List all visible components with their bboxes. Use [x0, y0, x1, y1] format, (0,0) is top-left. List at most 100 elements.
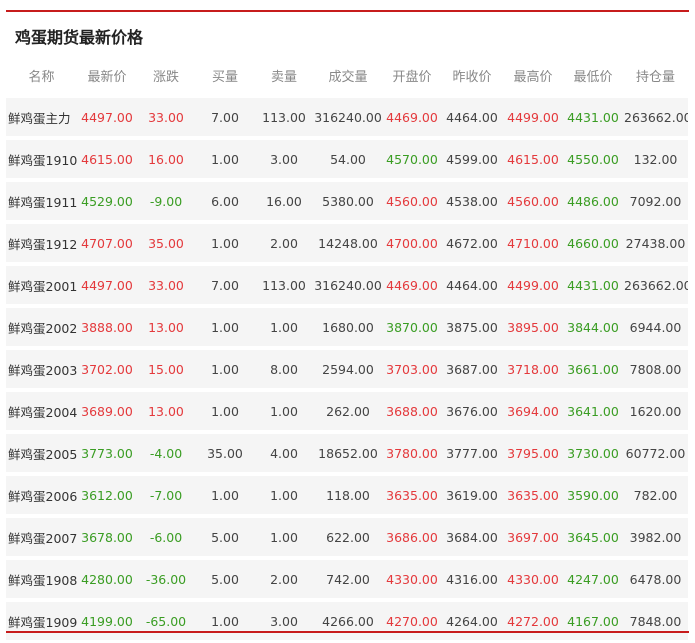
cell-bid: 1.00 — [195, 220, 255, 264]
table-row: 鲜鸡蛋2005 3773.00 -4.00 35.00 4.00 18652.00 3780… — [6, 430, 688, 474]
cell-name[interactable]: 鲜鸡蛋2002 — [6, 304, 77, 348]
table-row: 鲜鸡蛋2007 3678.00 -6.00 5.00 1.00 622.00 3686.00… — [6, 514, 688, 558]
cell-oi: 782.00 — [623, 472, 688, 516]
cell-prev: 3875.00 — [441, 304, 503, 348]
cell-name[interactable]: 鲜鸡蛋主力 — [6, 94, 77, 138]
cell-high: 4560.00 — [503, 178, 563, 222]
cell-high: 3697.00 — [503, 514, 563, 558]
cell-prev: 4538.00 — [441, 178, 503, 222]
cell-open: 4700.00 — [383, 220, 441, 264]
cell-name[interactable]: 鲜鸡蛋1909 — [6, 598, 77, 640]
cell-volume: 742.00 — [313, 556, 383, 600]
cell-prev: 4264.00 — [441, 598, 503, 640]
cell-prev: 3676.00 — [441, 388, 503, 432]
cell-bid: 1.00 — [195, 136, 255, 180]
cell-name[interactable]: 鲜鸡蛋1908 — [6, 556, 77, 600]
cell-high: 3694.00 — [503, 388, 563, 432]
cell-volume: 316240.00 — [313, 94, 383, 138]
cell-last: 3773.00 — [77, 430, 137, 474]
cell-low: 3590.00 — [563, 472, 623, 516]
table-row: 鲜鸡蛋1910 4615.00 16.00 1.00 3.00 54.00 4570.00 4… — [6, 136, 688, 180]
table-row: 鲜鸡蛋1909 4199.00 -65.00 1.00 3.00 4266.00 4270.… — [6, 598, 688, 640]
cell-name[interactable]: 鲜鸡蛋2004 — [6, 388, 77, 432]
cell-last: 3612.00 — [77, 472, 137, 516]
cell-last: 4280.00 — [77, 556, 137, 600]
cell-change: 16.00 — [137, 136, 195, 180]
cell-high: 4615.00 — [503, 136, 563, 180]
cell-ask: 1.00 — [255, 388, 313, 432]
cell-change: -9.00 — [137, 178, 195, 222]
cell-volume: 18652.00 — [313, 430, 383, 474]
col-header-low: 最低价 — [573, 69, 613, 85]
cell-low: 4660.00 — [563, 220, 623, 264]
table-row: 鲜鸡蛋2006 3612.00 -7.00 1.00 1.00 118.00 3635.00… — [6, 472, 688, 516]
cell-ask: 3.00 — [255, 136, 313, 180]
cell-low: 4486.00 — [563, 178, 623, 222]
cell-last: 3678.00 — [77, 514, 137, 558]
cell-ask: 1.00 — [255, 514, 313, 558]
cell-ask: 1.00 — [255, 472, 313, 516]
cell-high: 3795.00 — [503, 430, 563, 474]
cell-prev: 3777.00 — [441, 430, 503, 474]
cell-ask: 4.00 — [255, 430, 313, 474]
cell-change: -7.00 — [137, 472, 195, 516]
cell-change: 13.00 — [137, 304, 195, 348]
col-header-open: 开盘价 — [392, 69, 432, 85]
cell-last: 3689.00 — [77, 388, 137, 432]
col-header-name: 名称 — [28, 69, 55, 85]
table-row: 鲜鸡蛋主力 4497.00 33.00 7.00 113.00 316240.00 4469… — [6, 94, 688, 138]
page-title: 鸡蛋期货最新价格 — [15, 28, 144, 47]
cell-high: 4499.00 — [503, 262, 563, 306]
cell-low: 3844.00 — [563, 304, 623, 348]
cell-name[interactable]: 鲜鸡蛋1910 — [6, 136, 77, 180]
top-accent-line — [6, 10, 689, 12]
cell-bid: 1.00 — [195, 346, 255, 390]
col-header-last: 最新价 — [87, 69, 127, 85]
table-row: 鲜鸡蛋2004 3689.00 13.00 1.00 1.00 262.00 3688.00… — [6, 388, 688, 432]
cell-change: 35.00 — [137, 220, 195, 264]
cell-volume: 2594.00 — [313, 346, 383, 390]
cell-volume: 14248.00 — [313, 220, 383, 264]
cell-prev: 4672.00 — [441, 220, 503, 264]
cell-name[interactable]: 鲜鸡蛋2003 — [6, 346, 77, 390]
cell-change: -4.00 — [137, 430, 195, 474]
table-row: 鲜鸡蛋2003 3702.00 15.00 1.00 8.00 2594.00 3703.0… — [6, 346, 688, 390]
cell-name[interactable]: 鲜鸡蛋1912 — [6, 220, 77, 264]
cell-name[interactable]: 鲜鸡蛋2007 — [6, 514, 77, 558]
cell-low: 4247.00 — [563, 556, 623, 600]
cell-high: 4330.00 — [503, 556, 563, 600]
cell-oi: 263662.00 — [623, 94, 688, 138]
cell-oi: 60772.00 — [623, 430, 688, 474]
cell-ask: 113.00 — [255, 94, 313, 138]
cell-bid: 7.00 — [195, 94, 255, 138]
cell-bid: 1.00 — [195, 388, 255, 432]
cell-prev: 4316.00 — [441, 556, 503, 600]
cell-oi: 7808.00 — [623, 346, 688, 390]
cell-open: 4570.00 — [383, 136, 441, 180]
price-table: 名称 最新价 涨跌 买量 卖量 成交量 开盘价 昨收价 最高价 最低价 持仓量 … — [6, 56, 688, 640]
cell-open: 3703.00 — [383, 346, 441, 390]
cell-open: 4560.00 — [383, 178, 441, 222]
cell-name[interactable]: 鲜鸡蛋1911 — [6, 178, 77, 222]
cell-last: 4199.00 — [77, 598, 137, 640]
col-header-bid: 买量 — [211, 69, 238, 85]
cell-oi: 7092.00 — [623, 178, 688, 222]
cell-open: 3780.00 — [383, 430, 441, 474]
cell-name[interactable]: 鲜鸡蛋2006 — [6, 472, 77, 516]
table-row: 鲜鸡蛋2002 3888.00 13.00 1.00 1.00 1680.00 3870.0… — [6, 304, 688, 348]
table-row: 鲜鸡蛋1912 4707.00 35.00 1.00 2.00 14248.00 4700.… — [6, 220, 688, 264]
cell-ask: 16.00 — [255, 178, 313, 222]
cell-bid: 1.00 — [195, 304, 255, 348]
cell-prev: 3687.00 — [441, 346, 503, 390]
cell-change: -36.00 — [137, 556, 195, 600]
cell-name[interactable]: 鲜鸡蛋2005 — [6, 430, 77, 474]
cell-oi: 1620.00 — [623, 388, 688, 432]
cell-change: 33.00 — [137, 262, 195, 306]
cell-last: 4615.00 — [77, 136, 137, 180]
cell-name[interactable]: 鲜鸡蛋2001 — [6, 262, 77, 306]
cell-prev: 3684.00 — [441, 514, 503, 558]
cell-bid: 35.00 — [195, 430, 255, 474]
cell-oi: 27438.00 — [623, 220, 688, 264]
cell-volume: 262.00 — [313, 388, 383, 432]
table-header-row: 名称 最新价 涨跌 买量 卖量 成交量 开盘价 昨收价 最高价 最低价 持仓量 — [6, 56, 688, 96]
